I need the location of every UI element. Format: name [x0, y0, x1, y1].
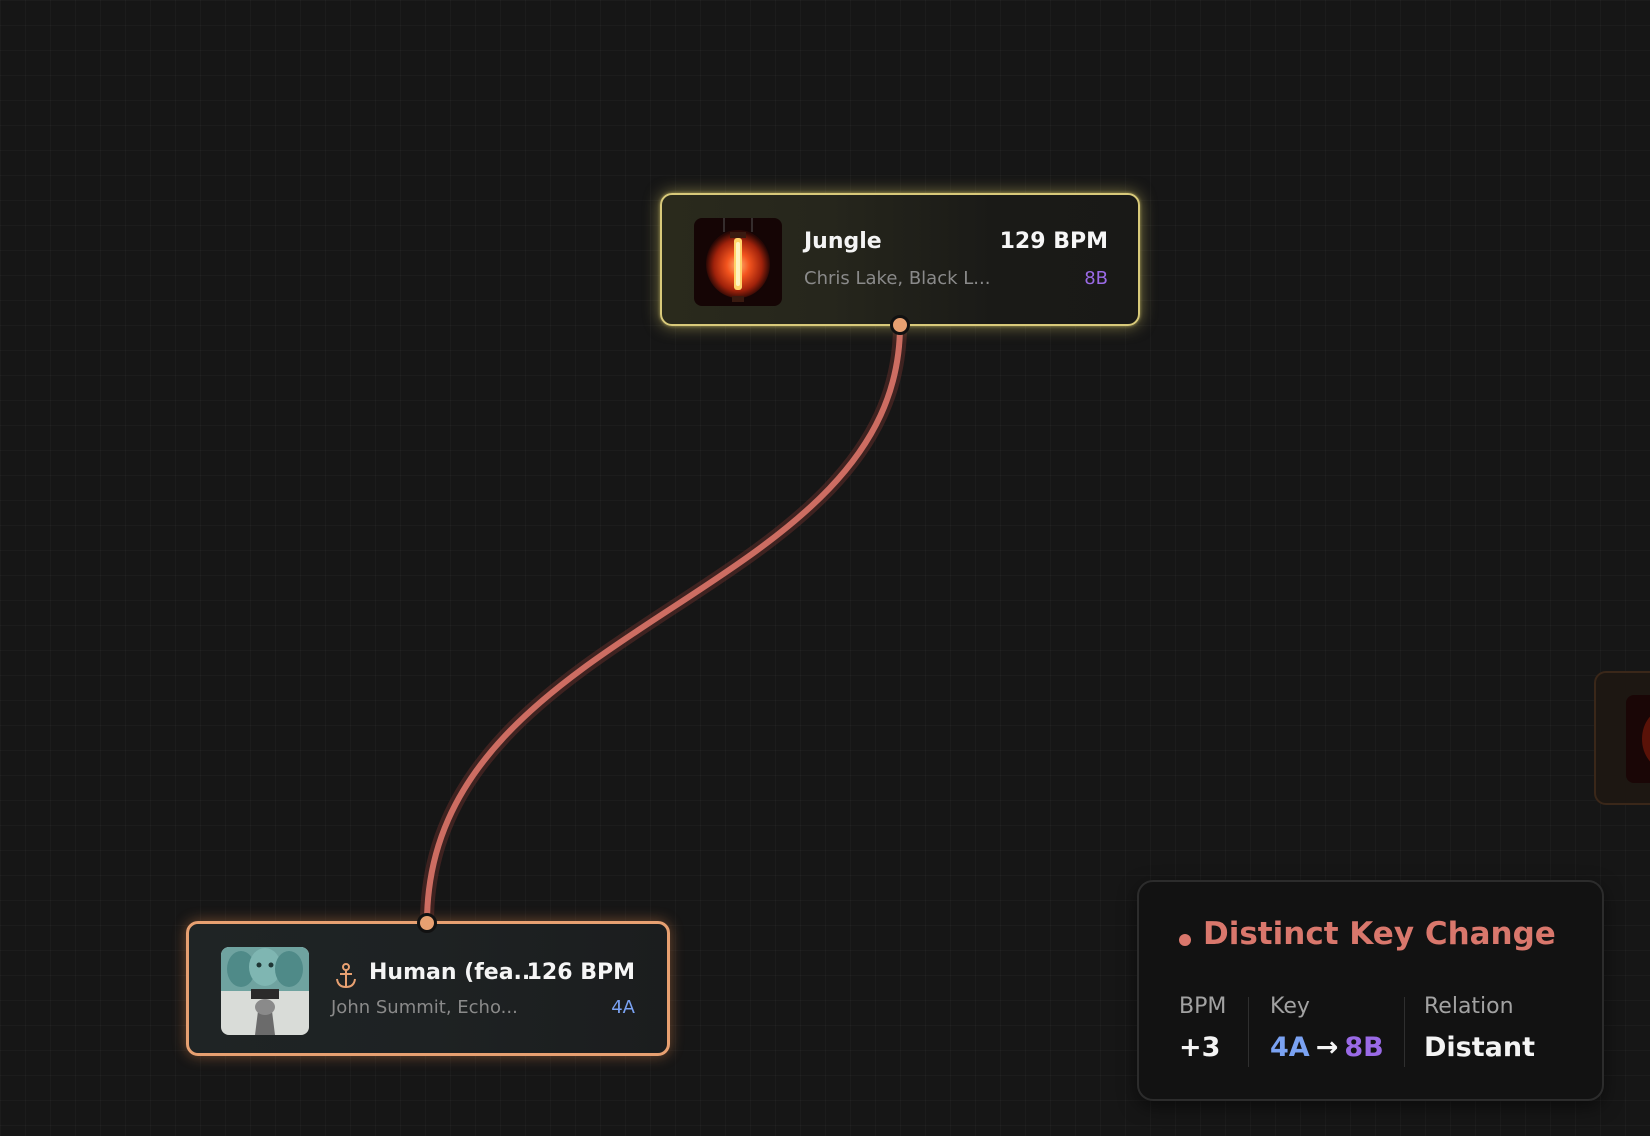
divider — [1248, 997, 1249, 1067]
divider — [1404, 997, 1405, 1067]
anchor-icon — [334, 962, 358, 990]
transition-edge[interactable] — [424, 322, 903, 926]
key-from: 4A — [1270, 1032, 1310, 1063]
track-key: 4A — [611, 997, 635, 1018]
relation-value: Distant — [1424, 1032, 1535, 1063]
track-bpm: 126 BPM — [526, 960, 635, 985]
arrow-right-icon: → — [1315, 1032, 1339, 1063]
key-label: Key — [1270, 994, 1310, 1019]
track-title: Jungle — [804, 229, 882, 254]
graph-canvas[interactable]: Jungle Chris Lake, Black L... 129 BPM 8B — [0, 0, 1650, 1136]
bpm-diff-value: +3 — [1179, 1032, 1221, 1063]
track-node-jungle[interactable]: Jungle Chris Lake, Black L... 129 BPM 8B — [660, 193, 1140, 326]
relation-label: Relation — [1424, 994, 1514, 1019]
bpm-label: BPM — [1179, 994, 1227, 1019]
track-node-human[interactable]: Human (fea... John Summit, Echo... 126 B… — [186, 921, 670, 1056]
red-lantern-artwork — [694, 218, 782, 306]
transition-title: Distinct Key Change — [1203, 916, 1556, 952]
track-title: Human (fea... — [369, 960, 539, 985]
dark-red-artwork — [1626, 695, 1650, 783]
input-handle[interactable] — [417, 913, 437, 933]
track-artist: John Summit, Echo... — [331, 997, 518, 1018]
key-change-value: 4A → 8B — [1270, 1032, 1384, 1063]
transition-info-panel: Distinct Key Change BPM +3 Key 4A → 8B Rel… — [1137, 880, 1604, 1101]
track-artist: Chris Lake, Black L... — [804, 268, 991, 289]
output-handle[interactable] — [890, 315, 910, 335]
key-to: 8B — [1344, 1032, 1384, 1063]
track-key: 8B — [1084, 268, 1108, 289]
edge-glow — [420, 318, 907, 930]
track-bpm: 129 BPM — [999, 229, 1108, 254]
status-dot — [1179, 934, 1191, 946]
track-node-offscreen[interactable] — [1594, 671, 1650, 805]
faces-collage-artwork — [221, 947, 309, 1035]
